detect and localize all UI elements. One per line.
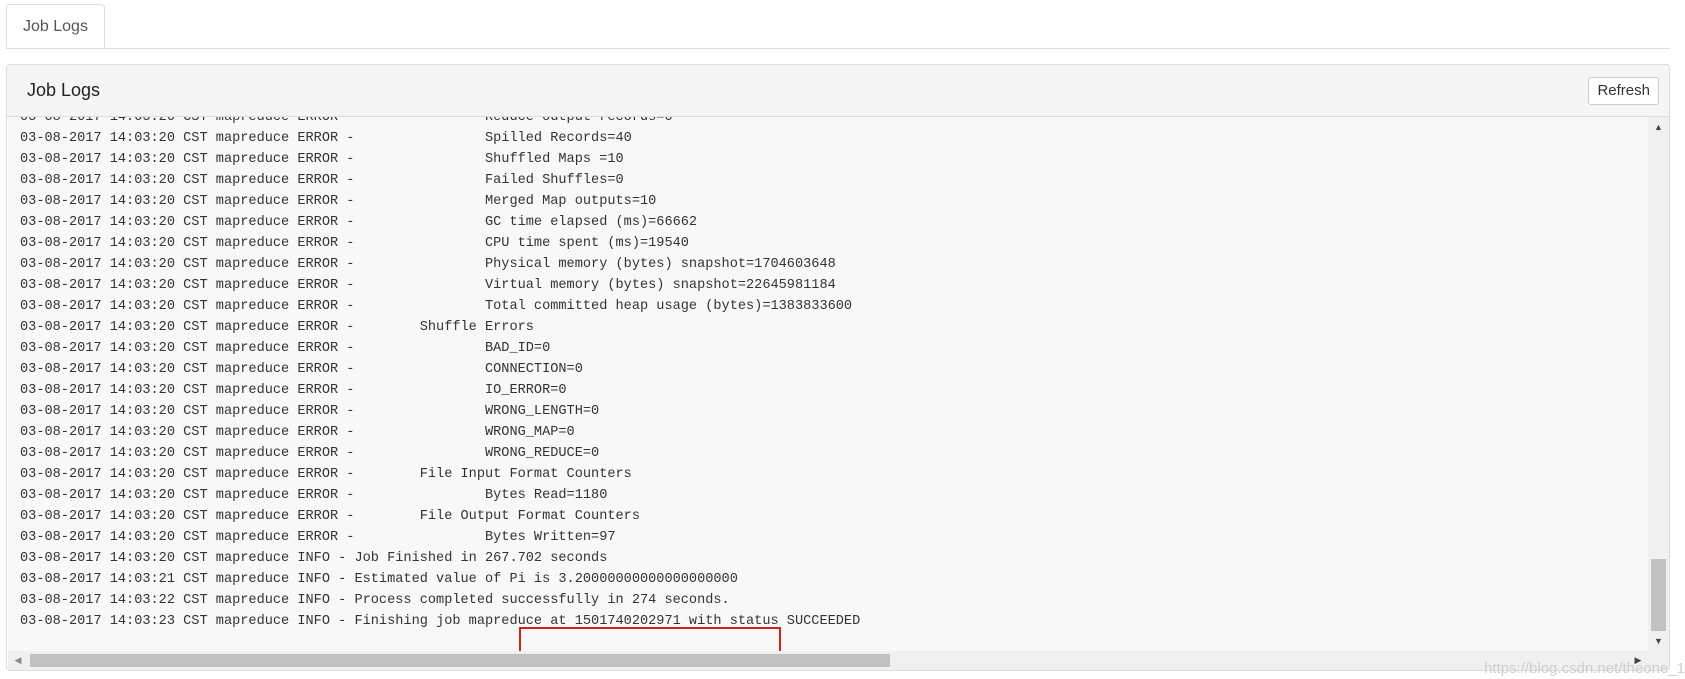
log-line: 03-08-2017 14:03:20 CST mapreduce ERROR …	[20, 117, 673, 125]
log-line: 03-08-2017 14:03:20 CST mapreduce ERROR …	[20, 530, 616, 545]
log-line: 03-08-2017 14:03:20 CST mapreduce ERROR …	[20, 383, 567, 398]
horizontal-scrollbar[interactable]: ◀ ▶	[8, 651, 1648, 670]
refresh-button[interactable]: Refresh	[1588, 77, 1659, 105]
log-line: 03-08-2017 14:03:20 CST mapreduce ERROR …	[20, 194, 657, 209]
tab-bar: Job Logs	[6, 4, 1670, 49]
log-line: 03-08-2017 14:03:20 CST mapreduce ERROR …	[20, 278, 836, 293]
watermark: https://blog.csdn.net/theone_1	[1484, 660, 1685, 677]
panel-title: Job Logs	[27, 80, 101, 100]
tab-job-logs[interactable]: Job Logs	[6, 4, 105, 48]
scroll-left-icon[interactable]: ◀	[8, 651, 28, 670]
log-line: 03-08-2017 14:03:22 CST mapreduce INFO -…	[20, 593, 730, 608]
horizontal-scroll-thumb[interactable]	[30, 654, 890, 667]
log-line: 03-08-2017 14:03:20 CST mapreduce ERROR …	[20, 488, 608, 503]
log-line: 03-08-2017 14:03:20 CST mapreduce ERROR …	[20, 404, 600, 419]
log-viewer[interactable]: 03-08-2017 14:03:20 CST mapreduce ERROR …	[8, 117, 1648, 651]
log-line: 03-08-2017 14:03:23 CST mapreduce INFO -…	[20, 614, 861, 629]
vertical-scrollbar[interactable]: ▲ ▼	[1648, 117, 1669, 651]
log-line: 03-08-2017 14:03:20 CST mapreduce ERROR …	[20, 173, 624, 188]
log-line: 03-08-2017 14:03:20 CST mapreduce ERROR …	[20, 236, 689, 251]
log-line: 03-08-2017 14:03:20 CST mapreduce ERROR …	[20, 467, 632, 482]
panel-heading: Job Logs Refresh	[7, 65, 1669, 117]
log-line: 03-08-2017 14:03:20 CST mapreduce ERROR …	[20, 446, 600, 461]
log-line: 03-08-2017 14:03:20 CST mapreduce ERROR …	[20, 257, 836, 272]
scroll-up-icon[interactable]: ▲	[1648, 117, 1669, 137]
log-line: 03-08-2017 14:03:20 CST mapreduce ERROR …	[20, 341, 551, 356]
job-logs-panel: Job Logs Refresh 03-08-2017 14:03:20 CST…	[6, 64, 1670, 671]
vertical-scroll-thumb[interactable]	[1651, 559, 1666, 631]
log-line: 03-08-2017 14:03:20 CST mapreduce ERROR …	[20, 215, 698, 230]
log-line: 03-08-2017 14:03:20 CST mapreduce INFO -…	[20, 551, 608, 566]
log-line: 03-08-2017 14:03:20 CST mapreduce ERROR …	[20, 320, 534, 335]
log-line: 03-08-2017 14:03:20 CST mapreduce ERROR …	[20, 509, 640, 524]
log-line: 03-08-2017 14:03:21 CST mapreduce INFO -…	[20, 572, 738, 587]
log-line: 03-08-2017 14:03:20 CST mapreduce ERROR …	[20, 425, 575, 440]
log-line: 03-08-2017 14:03:20 CST mapreduce ERROR …	[20, 299, 853, 314]
log-line: 03-08-2017 14:03:20 CST mapreduce ERROR …	[20, 131, 632, 146]
log-line: 03-08-2017 14:03:20 CST mapreduce ERROR …	[20, 152, 624, 167]
log-line: 03-08-2017 14:03:20 CST mapreduce ERROR …	[20, 362, 583, 377]
log-content: 03-08-2017 14:03:20 CST mapreduce ERROR …	[20, 117, 860, 632]
scroll-down-icon[interactable]: ▼	[1648, 631, 1669, 651]
